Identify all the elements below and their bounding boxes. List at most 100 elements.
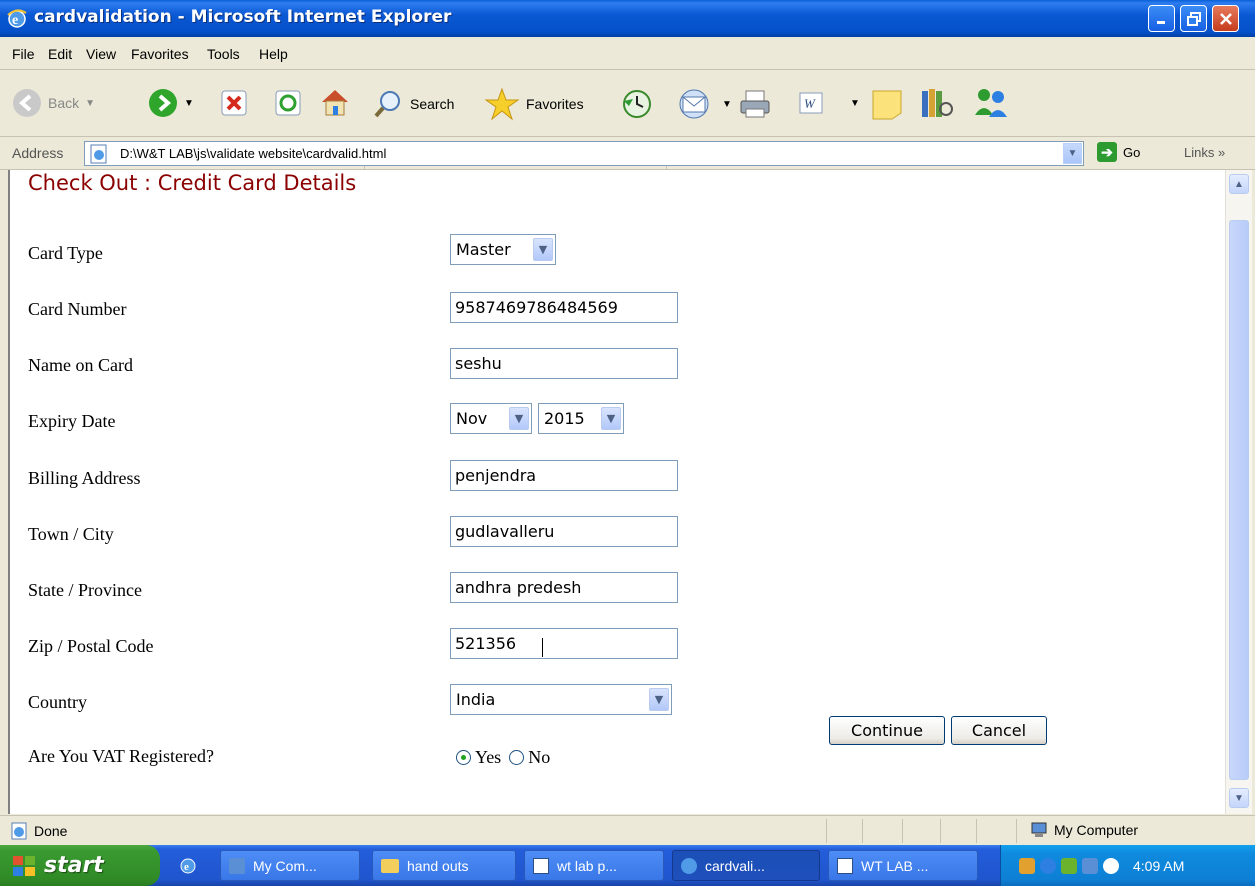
app-tray-icon[interactable]	[1061, 857, 1077, 874]
go-button[interactable]: ➔ Go	[1097, 142, 1140, 162]
window-title: cardvalidation - Microsoft Internet Expl…	[34, 7, 452, 27]
ie-window: e cardvalidation - Microsoft Internet Ex…	[0, 0, 1255, 886]
stop-icon[interactable]	[220, 89, 248, 117]
security-zone: My Computer	[1030, 821, 1138, 839]
network-icon[interactable]	[1019, 857, 1035, 874]
zip-code-label: Zip / Postal Code	[28, 636, 154, 656]
scroll-up-icon[interactable]: ▲	[1229, 174, 1249, 194]
mail-dropdown-icon[interactable]: ▼	[722, 99, 732, 110]
print-icon[interactable]	[738, 87, 772, 121]
links-toolbar[interactable]: Links »	[1184, 145, 1225, 160]
messenger-icon[interactable]	[972, 85, 1010, 121]
svg-text:e: e	[12, 13, 18, 28]
card-type-value: Master	[456, 240, 511, 259]
status-text: Done	[34, 823, 68, 839]
mail-button[interactable]: ▼	[676, 87, 732, 121]
town-city-label: Town / City	[28, 524, 114, 544]
forward-dropdown-icon[interactable]: ▼	[184, 98, 194, 109]
billing-address-label: Billing Address	[28, 468, 141, 488]
menu-view[interactable]: View	[86, 46, 116, 62]
page-title: Check Out : Credit Card Details	[28, 171, 357, 195]
discuss-icon[interactable]	[870, 87, 904, 121]
menu-tools[interactable]: Tools	[207, 46, 240, 62]
billing-address-input[interactable]: penjendra	[450, 460, 678, 491]
menu-help[interactable]: Help	[259, 46, 288, 62]
search-button[interactable]: Search	[374, 89, 454, 119]
task-wt-lab-word[interactable]: wt lab p...	[524, 850, 664, 881]
task-label: hand outs	[407, 857, 469, 874]
back-button[interactable]: Back ▼	[12, 88, 95, 118]
address-label: Address	[12, 145, 64, 161]
edit-button[interactable]: W ▼	[798, 91, 860, 115]
menu-favorites[interactable]: Favorites	[131, 46, 189, 62]
menu-bar: File Edit View Favorites Tools Help	[0, 37, 1255, 70]
search-label: Search	[410, 96, 455, 112]
home-icon[interactable]	[318, 85, 352, 119]
status-divider	[976, 819, 977, 843]
ie-quicklaunch-icon[interactable]: e	[178, 855, 198, 875]
address-bar: Address D:\W&T LAB\js\validate website\c…	[0, 137, 1255, 170]
start-button[interactable]: start	[0, 845, 160, 886]
forward-button[interactable]: ▼	[148, 88, 194, 118]
expiry-month-select[interactable]: Nov ▼	[450, 403, 532, 434]
town-city-input[interactable]: gudlavalleru	[450, 516, 678, 547]
restore-icon	[1186, 11, 1201, 26]
back-dropdown-icon[interactable]: ▼	[85, 98, 95, 109]
minimize-button[interactable]	[1148, 5, 1175, 32]
status-divider	[1016, 819, 1017, 843]
expiry-year-select[interactable]: 2015 ▼	[538, 403, 624, 434]
vat-yes-label: Yes	[475, 747, 502, 767]
task-wt-lab-doc[interactable]: WT LAB ...	[828, 850, 978, 881]
title-bar[interactable]: e cardvalidation - Microsoft Internet Ex…	[0, 0, 1255, 37]
favorites-label: Favorites	[526, 96, 584, 112]
history-icon[interactable]	[620, 87, 654, 121]
menu-file[interactable]: File	[12, 46, 35, 62]
refresh-icon[interactable]	[274, 89, 302, 117]
mail-icon	[679, 89, 709, 119]
status-divider	[862, 819, 863, 843]
task-my-computer[interactable]: My Com...	[220, 850, 360, 881]
zone-text: My Computer	[1054, 822, 1139, 838]
task-label: My Com...	[253, 857, 317, 874]
card-type-select[interactable]: Master ▼	[450, 234, 556, 265]
address-dropdown-icon[interactable]: ▼	[1063, 143, 1082, 164]
scroll-down-icon[interactable]: ▼	[1229, 788, 1249, 808]
country-value: India	[456, 690, 496, 709]
scroll-thumb[interactable]	[1229, 220, 1249, 780]
vat-radio-group: Yes No	[456, 747, 550, 768]
continue-button[interactable]: Continue	[829, 716, 945, 745]
task-cardvalidation[interactable]: cardvali...	[672, 850, 820, 881]
task-label: cardvali...	[705, 857, 765, 874]
status-divider	[902, 819, 903, 843]
windows-logo-icon	[13, 855, 35, 876]
display-icon[interactable]	[1082, 857, 1098, 874]
vat-no-radio[interactable]	[509, 750, 525, 765]
antivirus-icon[interactable]	[1040, 857, 1056, 874]
forward-arrow-icon	[149, 89, 177, 117]
vertical-scrollbar[interactable]: ▲ ▼	[1225, 170, 1252, 814]
close-button[interactable]	[1212, 5, 1239, 32]
volume-icon[interactable]	[1103, 857, 1119, 874]
name-on-card-input[interactable]: seshu	[450, 348, 678, 379]
state-province-input[interactable]: andhra predesh	[450, 572, 678, 603]
address-url: D:\W&T LAB\js\validate website\cardvalid…	[120, 146, 387, 161]
cancel-button[interactable]: Cancel	[951, 716, 1047, 745]
page-content: Check Out : Credit Card Details Card Typ…	[8, 170, 1225, 814]
ie-logo-icon: e	[7, 9, 27, 28]
go-label: Go	[1123, 144, 1141, 160]
restore-button[interactable]	[1180, 5, 1207, 32]
favorites-button[interactable]: Favorites	[484, 87, 584, 121]
country-label: Country	[28, 692, 88, 712]
card-number-input[interactable]: 9587469786484569	[450, 292, 678, 323]
edit-dropdown-icon[interactable]: ▼	[850, 98, 860, 109]
ie-icon	[681, 857, 697, 874]
task-hand-outs[interactable]: hand outs	[372, 850, 516, 881]
chevron-down-icon: ▼	[533, 238, 553, 261]
vat-no-label: No	[528, 747, 551, 767]
menu-edit[interactable]: Edit	[48, 46, 72, 62]
page-icon	[90, 144, 107, 163]
vat-yes-radio[interactable]	[456, 750, 471, 765]
research-icon[interactable]	[918, 85, 956, 121]
country-select[interactable]: India ▼	[450, 684, 672, 715]
zip-code-input[interactable]: 521356	[450, 628, 678, 659]
